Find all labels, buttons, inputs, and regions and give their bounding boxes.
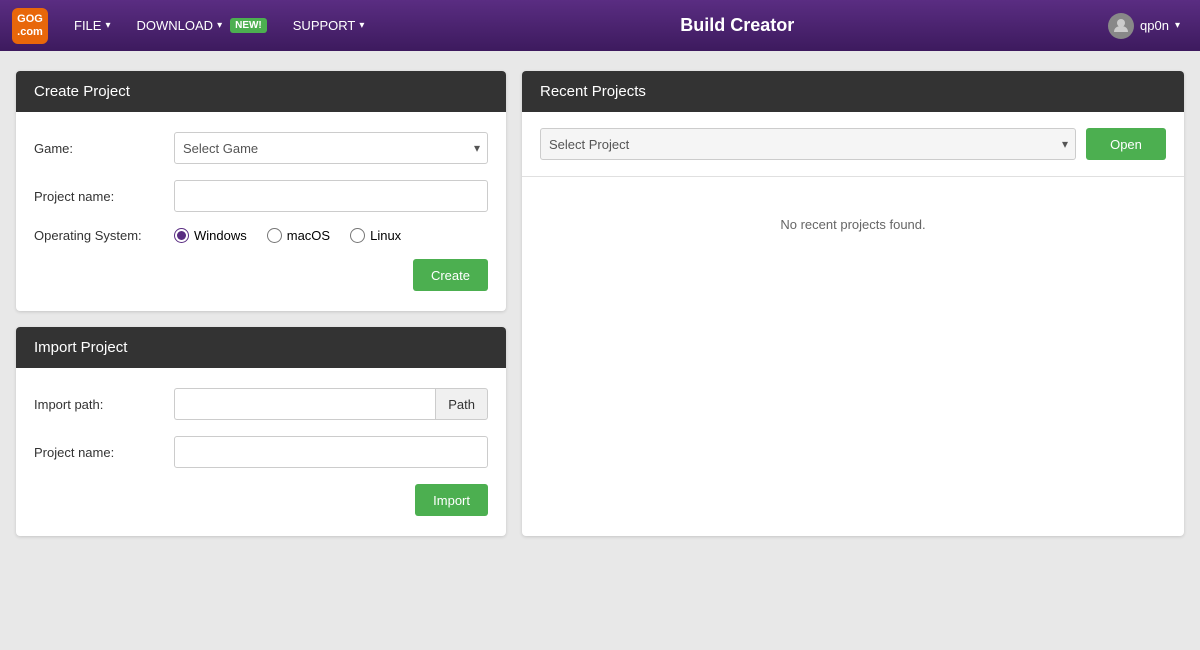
os-windows-radio[interactable] (174, 228, 189, 243)
menu-download[interactable]: DOWNLOAD ▾ NEW! (127, 12, 277, 39)
user-chevron-icon: ▾ (1175, 20, 1180, 31)
topnav: GOG.com FILE ▾ DOWNLOAD ▾ NEW! SUPPORT ▾… (0, 0, 1200, 51)
main-content: Create Project Game: Select Game Project… (0, 51, 1200, 556)
os-windows-option[interactable]: Windows (174, 228, 247, 243)
import-project-header: Import Project (16, 327, 506, 368)
new-badge: NEW! (230, 18, 267, 33)
game-row: Game: Select Game (34, 132, 488, 164)
user-avatar-icon (1108, 13, 1134, 39)
game-label: Game: (34, 141, 174, 156)
os-row: Operating System: Windows macOS Linux (34, 228, 488, 243)
menu-file[interactable]: FILE ▾ (64, 12, 121, 39)
path-button[interactable]: Path (435, 388, 488, 420)
menu-support[interactable]: SUPPORT ▾ (283, 12, 375, 39)
recent-projects-card: Recent Projects Select Project Open No r… (522, 71, 1184, 536)
os-linux-radio[interactable] (350, 228, 365, 243)
game-select[interactable]: Select Game (174, 132, 488, 164)
gog-logo[interactable]: GOG.com (12, 8, 48, 44)
user-menu[interactable]: qp0n ▾ (1100, 9, 1188, 43)
chevron-down-icon: ▾ (217, 20, 222, 31)
left-panel: Create Project Game: Select Game Project… (16, 71, 506, 536)
app-title: Build Creator (374, 15, 1100, 36)
os-macos-option[interactable]: macOS (267, 228, 330, 243)
recent-select-wrapper: Select Project (540, 128, 1076, 160)
project-name-input[interactable] (174, 180, 488, 212)
import-project-name-row: Project name: (34, 436, 488, 468)
os-radio-group: Windows macOS Linux (174, 228, 401, 243)
import-path-label: Import path: (34, 397, 174, 412)
import-path-row: Import path: Path (34, 388, 488, 420)
chevron-down-icon: ▾ (359, 20, 364, 31)
create-project-body: Game: Select Game Project name: Operat (16, 112, 506, 311)
recent-projects-header: Recent Projects (522, 71, 1184, 112)
import-project-card: Import Project Import path: Path Project… (16, 327, 506, 536)
import-button-row: Import (34, 484, 488, 516)
create-project-card: Create Project Game: Select Game Project… (16, 71, 506, 311)
import-project-body: Import path: Path Project name: Import (16, 368, 506, 536)
game-select-wrapper: Select Game (174, 132, 488, 164)
import-button[interactable]: Import (415, 484, 488, 516)
import-path-input-group: Path (174, 388, 488, 420)
create-button-row: Create (34, 259, 488, 291)
project-name-row: Project name: (34, 180, 488, 212)
import-project-name-label: Project name: (34, 445, 174, 460)
open-button[interactable]: Open (1086, 128, 1166, 160)
os-macos-radio[interactable] (267, 228, 282, 243)
import-project-name-input[interactable] (174, 436, 488, 468)
os-label: Operating System: (34, 228, 174, 243)
chevron-down-icon: ▾ (105, 20, 110, 31)
right-panel: Recent Projects Select Project Open No r… (522, 71, 1184, 536)
no-recent-message: No recent projects found. (522, 177, 1184, 272)
create-button[interactable]: Create (413, 259, 488, 291)
recent-select-row: Select Project Open (522, 112, 1184, 177)
project-name-label: Project name: (34, 189, 174, 204)
username: qp0n (1140, 18, 1169, 33)
os-linux-option[interactable]: Linux (350, 228, 401, 243)
import-path-input[interactable] (174, 388, 435, 420)
create-project-header: Create Project (16, 71, 506, 112)
recent-project-select[interactable]: Select Project (540, 128, 1076, 160)
topnav-menu: FILE ▾ DOWNLOAD ▾ NEW! SUPPORT ▾ (64, 12, 374, 39)
